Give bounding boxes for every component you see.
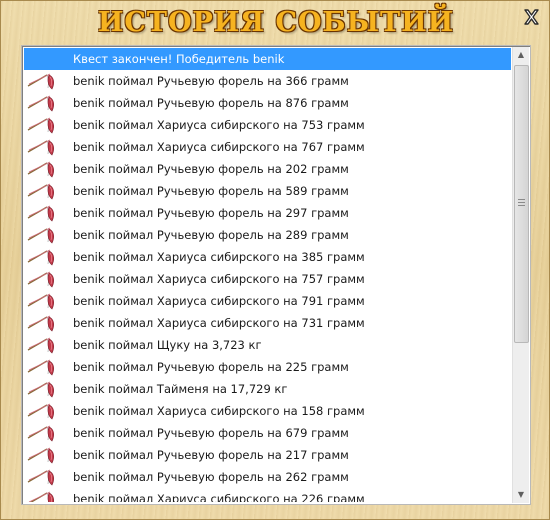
thumb-grip-icon [518, 199, 525, 200]
event-text: benik поймал Ручьевую форель на 202 грам… [73, 162, 349, 176]
event-text: benik поймал Ручьевую форель на 876 грам… [73, 96, 349, 110]
fishing-rod-icon [27, 95, 54, 112]
list-item[interactable]: benik поймал Ручьевую форель на 217 грам… [24, 444, 511, 466]
thumb-grip-icon [518, 205, 525, 206]
list-item[interactable]: benik поймал Ручьевую форель на 679 грам… [24, 422, 511, 444]
list-item[interactable]: benik поймал Ручьевую форель на 589 грам… [24, 180, 511, 202]
event-text: benik поймал Щуку на 3,723 кг [73, 338, 262, 352]
list-item[interactable]: benik поймал Хариуса сибирского на 767 г… [24, 136, 511, 158]
event-text: benik поймал Хариуса сибирского на 767 г… [73, 140, 365, 154]
list-item[interactable]: benik поймал Хариуса сибирского на 158 г… [24, 400, 511, 422]
event-text: benik поймал Ручьевую форель на 225 грам… [73, 360, 349, 374]
list-item[interactable]: benik поймал Хариуса сибирского на 385 г… [24, 246, 511, 268]
fishing-rod-icon [27, 227, 54, 244]
list-item[interactable]: benik поймал Хариуса сибирского на 753 г… [24, 114, 511, 136]
list-item[interactable]: benik поймал Щуку на 3,723 кг [24, 334, 511, 356]
list-item[interactable]: benik поймал Хариуса сибирского на 757 г… [24, 268, 511, 290]
event-text: benik поймал Ручьевую форель на 289 грам… [73, 228, 349, 242]
close-button[interactable] [521, 7, 541, 27]
event-list[interactable]: Квест закончен! Победитель benik benik п… [24, 48, 511, 502]
scroll-up-button[interactable]: ▲ [513, 47, 529, 63]
list-item[interactable]: benik поймал Хариуса сибирского на 791 г… [24, 290, 511, 312]
thumb-grip-icon [518, 202, 525, 203]
scrollbar[interactable]: ▲ ▼ [512, 47, 529, 503]
fishing-rod-icon [27, 117, 54, 134]
fishing-rod-icon [27, 359, 54, 376]
event-text: benik поймал Хариуса сибирского на 226 г… [73, 492, 365, 502]
fishing-rod-icon [27, 403, 54, 420]
fishing-rod-icon [27, 249, 54, 266]
event-text: benik поймал Хариуса сибирского на 791 г… [73, 294, 365, 308]
fishing-rod-icon [27, 205, 54, 222]
list-item[interactable]: benik поймал Ручьевую форель на 876 грам… [24, 92, 511, 114]
fishing-rod-icon [27, 183, 54, 200]
list-item[interactable]: benik поймал Ручьевую форель на 289 грам… [24, 224, 511, 246]
fishing-rod-icon [27, 425, 54, 442]
event-text: benik поймал Хариуса сибирского на 753 г… [73, 118, 365, 132]
event-list-panel: Квест закончен! Победитель benik benik п… [21, 45, 531, 505]
event-text: benik поймал Хариуса сибирского на 731 г… [73, 316, 365, 330]
event-text: benik поймал Хариуса сибирского на 757 г… [73, 272, 365, 286]
event-text: benik поймал Хариуса сибирского на 385 г… [73, 250, 365, 264]
event-text: benik поймал Хариуса сибирского на 158 г… [73, 404, 365, 418]
list-item[interactable]: benik поймал Ручьевую форель на 297 грам… [24, 202, 511, 224]
event-text: benik поймал Ручьевую форель на 217 грам… [73, 448, 349, 462]
fishing-rod-icon [27, 293, 54, 310]
fishing-rod-icon [28, 491, 54, 502]
event-text: Квест закончен! Победитель benik [73, 52, 285, 66]
fishing-rod-icon [27, 271, 54, 288]
fishing-rod-icon [27, 161, 54, 178]
scroll-thumb[interactable] [514, 65, 529, 343]
list-item[interactable]: benik поймал Ручьевую форель на 225 грам… [24, 356, 511, 378]
fishing-rod-icon [27, 447, 54, 464]
list-item[interactable]: benik поймал Ручьевую форель на 262 грам… [24, 466, 511, 488]
list-item-selected[interactable]: Квест закончен! Победитель benik [24, 48, 511, 70]
list-item[interactable]: benik поймал Ручьевую форель на 366 грам… [24, 70, 511, 92]
fishing-rod-icon [27, 73, 54, 90]
event-text: benik поймал Ручьевую форель на 262 грам… [73, 470, 349, 484]
list-item[interactable]: benik поймал Тайменя на 17,729 кг [24, 378, 511, 400]
list-item[interactable]: benik поймал Хариуса сибирского на 731 г… [24, 312, 511, 334]
fishing-rod-icon [27, 139, 54, 156]
event-text: benik поймал Ручьевую форель на 297 грам… [73, 206, 349, 220]
fishing-rod-icon [27, 381, 54, 398]
event-history-window: ИСТОРИЯ СОБЫТИЙ Квест закончен! Победите… [0, 0, 550, 520]
close-x-icon [524, 9, 539, 25]
list-item[interactable]: benik поймал Ручьевую форель на 202 грам… [24, 158, 511, 180]
fishing-rod-icon [27, 469, 54, 486]
event-text: benik поймал Ручьевую форель на 366 грам… [73, 74, 349, 88]
event-text: benik поймал Ручьевую форель на 589 грам… [73, 184, 349, 198]
scroll-down-button[interactable]: ▼ [513, 487, 529, 503]
window-title: ИСТОРИЯ СОБЫТИЙ [97, 7, 455, 38]
event-text: benik поймал Тайменя на 17,729 кг [73, 382, 288, 396]
event-text: benik поймал Ручьевую форель на 679 грам… [73, 426, 349, 440]
fishing-rod-icon [27, 315, 54, 332]
fishing-rod-icon [27, 337, 54, 354]
list-item[interactable]: benik поймал Хариуса сибирского на 226 г… [24, 488, 511, 502]
